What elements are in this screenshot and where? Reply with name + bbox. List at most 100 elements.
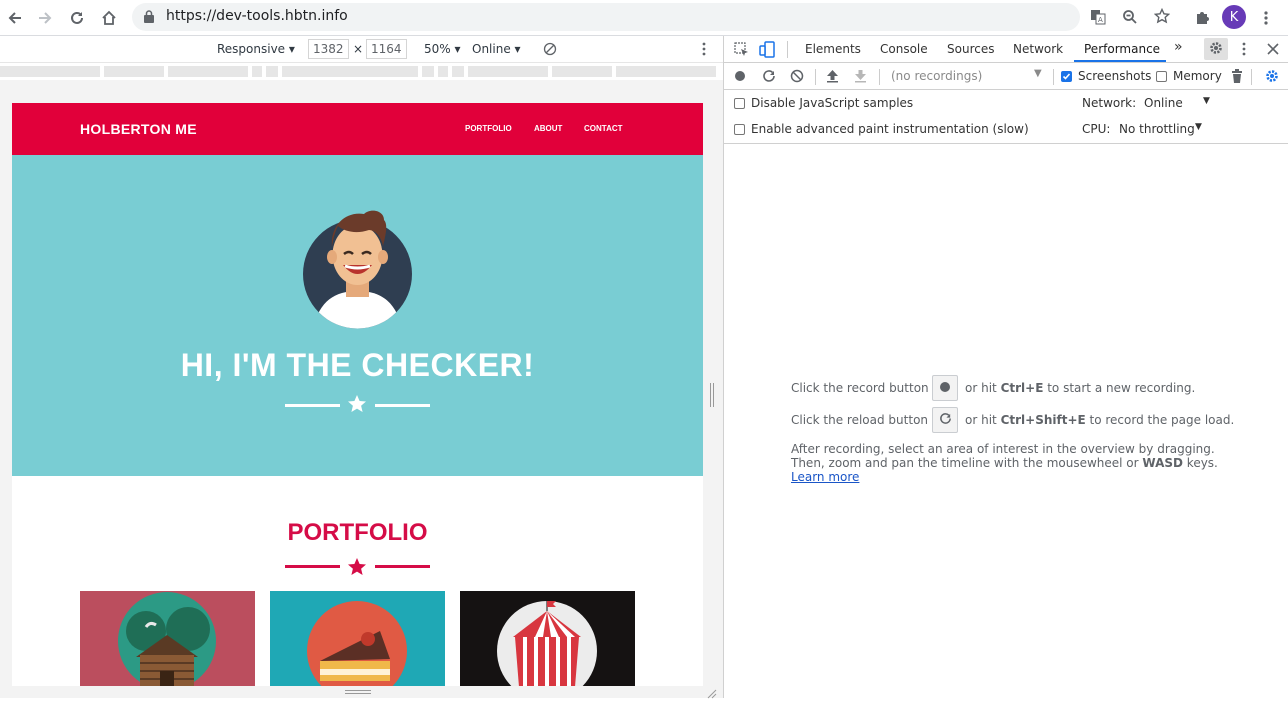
- url-text: https://dev-tools.hbtn.info: [166, 8, 348, 24]
- devtools-settings-button[interactable]: [1204, 38, 1228, 60]
- inspect-element-icon[interactable]: [734, 42, 749, 60]
- record-icon: [939, 381, 951, 396]
- record-icon[interactable]: [734, 70, 746, 85]
- ruler-segment[interactable]: [452, 66, 464, 77]
- bookmark-star-icon[interactable]: [1153, 7, 1171, 27]
- ruler-segment[interactable]: [552, 66, 612, 77]
- rotate-icon[interactable]: [543, 42, 557, 59]
- capture-settings-pane: Disable JavaScript samples Network: Onli…: [723, 90, 1288, 144]
- nav-link-portfolio[interactable]: PORTFOLIO: [465, 124, 512, 133]
- viewport-height-input[interactable]: 1164: [366, 39, 407, 59]
- zoom-label: 50%: [424, 42, 451, 56]
- recordings-dropdown-arrow-icon[interactable]: ▼: [1034, 68, 1042, 79]
- screenshots-checkbox[interactable]: [1061, 71, 1072, 82]
- hero-divider-line-left: [285, 404, 340, 407]
- tab-sources[interactable]: Sources: [947, 42, 994, 56]
- portfolio-card-circus[interactable]: [460, 591, 635, 686]
- hero-divider-line-right: [375, 404, 430, 407]
- forward-arrow-icon[interactable]: [33, 6, 57, 30]
- after-recording-line1: After recording, select an area of inter…: [791, 442, 1215, 456]
- resize-handle-right[interactable]: [710, 383, 714, 407]
- ruler-segment[interactable]: [0, 66, 100, 77]
- hero-section: HI, I'M THE CHECKER!: [12, 155, 703, 476]
- extensions-puzzle-icon[interactable]: [1190, 6, 1214, 30]
- devtools-tabbar: Elements Console Sources Network Perform…: [723, 36, 1288, 63]
- ruler-segment[interactable]: [266, 66, 278, 77]
- device-more-icon[interactable]: [702, 42, 706, 59]
- zoom-select[interactable]: 50% ▾: [424, 42, 461, 56]
- device-mode-select[interactable]: Responsive ▾: [217, 42, 295, 56]
- cpu-dropdown-arrow-icon[interactable]: ▼: [1195, 122, 1202, 132]
- close-icon[interactable]: [1267, 43, 1279, 58]
- reload-profile-icon[interactable]: [762, 69, 776, 86]
- recordings-select[interactable]: (no recordings): [891, 69, 982, 83]
- tab-separator: [787, 41, 788, 58]
- throttle-select[interactable]: Online ▾: [472, 42, 521, 56]
- portfolio-star-icon: [348, 558, 366, 579]
- ruler-segment[interactable]: [422, 66, 434, 77]
- translate-icon[interactable]: A: [1090, 9, 1106, 28]
- gear-icon: [1209, 41, 1223, 58]
- record-hint-a: or hit: [965, 381, 1001, 395]
- ruler-segment[interactable]: [252, 66, 262, 77]
- load-profile-icon[interactable]: [826, 69, 839, 86]
- tab-network[interactable]: Network: [1013, 42, 1063, 56]
- profile-avatar[interactable]: K: [1222, 5, 1246, 29]
- garbage-collect-trash-icon[interactable]: [1231, 69, 1243, 86]
- browser-toolbar: https://dev-tools.hbtn.info A K: [0, 0, 1288, 36]
- clear-icon[interactable]: [790, 69, 804, 86]
- learn-more-link[interactable]: Learn more: [791, 470, 859, 484]
- tab-console[interactable]: Console: [880, 42, 928, 56]
- ruler-segment[interactable]: [468, 66, 548, 77]
- capture-settings-gear-icon[interactable]: [1265, 69, 1279, 86]
- landing-record-button[interactable]: [932, 375, 958, 401]
- nav-link-contact[interactable]: CONTACT: [584, 124, 623, 133]
- network-dropdown-arrow-icon[interactable]: ▼: [1203, 96, 1210, 106]
- cpu-throttle-select[interactable]: No throttling: [1119, 122, 1195, 136]
- ruler-segment[interactable]: [438, 66, 448, 77]
- more-tabs-button[interactable]: »: [1174, 39, 1183, 55]
- performance-toolbar: (no recordings) ▼ Screenshots Memory: [723, 63, 1288, 90]
- devtools-menu-icon[interactable]: [1242, 42, 1246, 59]
- landing-reload-button[interactable]: [932, 407, 958, 433]
- nav-link-about[interactable]: ABOUT: [534, 124, 562, 133]
- address-bar[interactable]: https://dev-tools.hbtn.info A: [132, 3, 1171, 31]
- site-navbar: HOLBERTON ME PORTFOLIO ABOUT CONTACT: [12, 103, 703, 155]
- menu-kebab-icon[interactable]: [1254, 6, 1278, 30]
- record-shortcut-text: or hit Ctrl+E to start a new recording.: [965, 381, 1195, 395]
- device-toolbar: Responsive ▾ 1382 × 1164 50% ▾ Online ▾: [0, 36, 723, 63]
- reload-icon[interactable]: [65, 6, 89, 30]
- after-hint-a: Then, zoom and pan the timeline with the…: [791, 456, 1143, 470]
- tab-elements[interactable]: Elements: [805, 42, 861, 56]
- back-arrow-icon[interactable]: [3, 6, 27, 30]
- tab-performance[interactable]: Performance: [1084, 42, 1160, 56]
- toolbar-separator: [815, 69, 816, 85]
- zoom-icon[interactable]: [1122, 9, 1138, 28]
- after-key: WASD: [1142, 456, 1183, 470]
- device-mode-label: Responsive: [217, 42, 286, 56]
- ruler-segment[interactable]: [168, 66, 248, 77]
- after-recording-line2: Then, zoom and pan the timeline with the…: [791, 456, 1218, 470]
- reload-shortcut-text: or hit Ctrl+Shift+E to record the page l…: [965, 413, 1234, 427]
- home-icon[interactable]: [97, 6, 121, 30]
- ruler-segment[interactable]: [282, 66, 418, 77]
- portfolio-card-cabin[interactable]: [80, 591, 255, 686]
- viewport-width-input[interactable]: 1382: [308, 39, 349, 59]
- media-query-ruler[interactable]: [0, 63, 723, 80]
- portfolio-card-cake[interactable]: [270, 591, 445, 686]
- device-toolbar-toggle-icon[interactable]: [759, 41, 775, 61]
- ruler-segment[interactable]: [104, 66, 164, 77]
- portfolio-divider-line-left: [285, 565, 340, 568]
- ruler-segment[interactable]: [616, 66, 716, 77]
- site-brand[interactable]: HOLBERTON ME: [80, 121, 197, 137]
- paint-instrumentation-checkbox[interactable]: [734, 124, 745, 135]
- disable-js-samples-checkbox[interactable]: [734, 98, 745, 109]
- memory-checkbox[interactable]: [1156, 71, 1167, 82]
- network-throttle-select[interactable]: Online: [1144, 96, 1183, 110]
- dimension-times: ×: [353, 42, 364, 56]
- performance-landing: Click the record button or hit Ctrl+E to…: [723, 144, 1288, 698]
- resize-corner-icon[interactable]: [707, 688, 717, 702]
- resize-handle-bottom[interactable]: [345, 690, 371, 694]
- paint-instrumentation-label: Enable advanced paint instrumentation (s…: [751, 122, 1029, 136]
- profile-initial: K: [1229, 9, 1239, 25]
